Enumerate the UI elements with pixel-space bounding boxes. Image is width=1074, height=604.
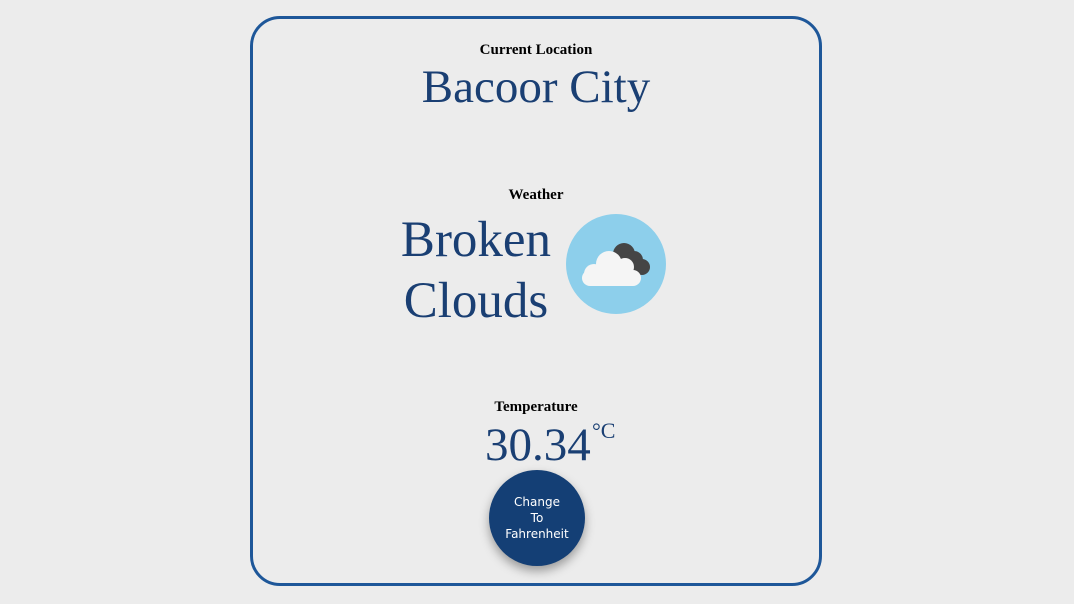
weather-label: Weather — [508, 187, 564, 203]
weather-card: Current Location Bacoor City Weather Bro… — [250, 16, 822, 586]
temperature-value: 30.34 — [485, 419, 591, 471]
cloud-icon — [582, 243, 650, 286]
change-unit-button[interactable]: Change To Fahrenheit — [489, 470, 585, 566]
city-name: Bacoor City — [421, 61, 651, 113]
broken-clouds-icon — [566, 214, 666, 314]
temperature-display: 30.34 °C — [485, 418, 615, 472]
temperature-unit: °C — [592, 418, 616, 443]
temperature-label: Temperature — [494, 399, 578, 415]
weather-description: Broken Clouds — [400, 212, 552, 329]
location-label: Current Location — [479, 42, 593, 58]
